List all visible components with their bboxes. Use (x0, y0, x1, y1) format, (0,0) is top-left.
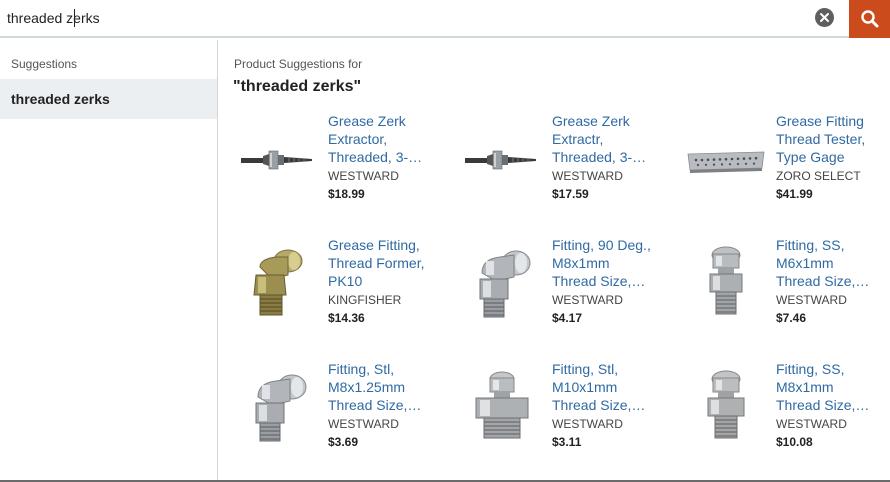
search-button[interactable] (849, 0, 890, 38)
product-card[interactable]: Fitting, SS, M6x1mm Thread Size,… WESTWA… (666, 236, 890, 354)
suggestions-panel: Suggestions threaded zerks (0, 40, 218, 480)
steel-fitting-image (462, 366, 542, 450)
product-card[interactable]: Fitting, Stl, M10x1mm Thread Size,… WEST… (442, 360, 666, 478)
product-brand: WESTWARD (328, 169, 399, 183)
search-icon (860, 10, 878, 28)
product-name-link[interactable]: Fitting, Stl, M10x1mm Thread Size,… (552, 360, 662, 414)
thread-gage-image (686, 118, 766, 202)
product-price: $3.69 (328, 435, 359, 449)
product-brand: ZORO SELECT (776, 169, 861, 183)
product-name-link[interactable]: Fitting, 90 Deg., M8x1mm Thread Size,… (552, 236, 662, 290)
product-name-link[interactable]: Grease Fitting Thread Tester, Type Gage (776, 112, 886, 166)
product-name-link[interactable]: Grease Fitting, Thread Former, PK10 (328, 236, 438, 290)
product-price: $7.46 (776, 311, 807, 325)
product-card[interactable]: Grease Zerk Extractr, Threaded, 3-… WEST… (442, 112, 666, 230)
product-price: $3.11 (552, 435, 582, 449)
clear-search-button[interactable] (815, 8, 834, 27)
zerk-extractor-image (462, 118, 542, 202)
product-price: $14.36 (328, 311, 365, 325)
product-suggestions-query: "threaded zerks" (233, 78, 362, 95)
product-card[interactable]: Grease Fitting Thread Tester, Type Gage … (666, 112, 890, 230)
product-brand: WESTWARD (776, 417, 847, 431)
product-name-link[interactable]: Fitting, SS, M6x1mm Thread Size,… (776, 236, 886, 290)
product-card[interactable]: Fitting, Stl, M8x1.25mm Thread Size,… WE… (218, 360, 442, 478)
product-price: $4.17 (552, 311, 583, 325)
product-card[interactable]: Grease Zerk Extractor, Threaded, 3-… WES… (218, 112, 442, 230)
product-card[interactable]: Fitting, SS, M8x1mm Thread Size,… WESTWA… (666, 360, 890, 478)
product-name-link[interactable]: Fitting, Stl, M8x1.25mm Thread Size,… (328, 360, 438, 414)
product-price: $41.99 (776, 187, 813, 201)
ss-fitting-image (686, 242, 766, 326)
close-icon (820, 13, 829, 22)
product-brand: WESTWARD (552, 417, 623, 431)
text-caret (74, 9, 75, 27)
product-brand: WESTWARD (328, 417, 399, 431)
search-input[interactable] (0, 0, 800, 36)
product-price: $10.08 (776, 435, 813, 449)
steel-fitting-image (238, 366, 318, 450)
product-brand: KINGFISHER (328, 293, 402, 307)
zerk-extractor-image (238, 118, 318, 202)
brass-fitting-image (238, 242, 318, 326)
suggestions-heading: Suggestions (11, 57, 78, 71)
product-price: $17.59 (552, 187, 589, 201)
product-brand: WESTWARD (776, 293, 847, 307)
product-price: $18.99 (328, 187, 365, 201)
product-name-link[interactable]: Grease Zerk Extractor, Threaded, 3-… (328, 112, 438, 166)
suggestion-item[interactable]: threaded zerks (0, 79, 217, 119)
product-card[interactable]: Grease Fitting, Thread Former, PK10 KING… (218, 236, 442, 354)
product-suggestions-panel: Product Suggestions for "threaded zerks"… (218, 40, 890, 480)
product-suggestions-heading: Product Suggestions for (234, 57, 363, 71)
product-brand: WESTWARD (552, 169, 623, 183)
ss-fitting-image (686, 366, 766, 450)
steel-fitting-image (462, 242, 542, 326)
product-name-link[interactable]: Grease Zerk Extractr, Threaded, 3-… (552, 112, 662, 166)
search-bar (0, 0, 890, 38)
product-card[interactable]: Fitting, 90 Deg., M8x1mm Thread Size,… W… (442, 236, 666, 354)
product-name-link[interactable]: Fitting, SS, M8x1mm Thread Size,… (776, 360, 886, 414)
product-brand: WESTWARD (552, 293, 623, 307)
